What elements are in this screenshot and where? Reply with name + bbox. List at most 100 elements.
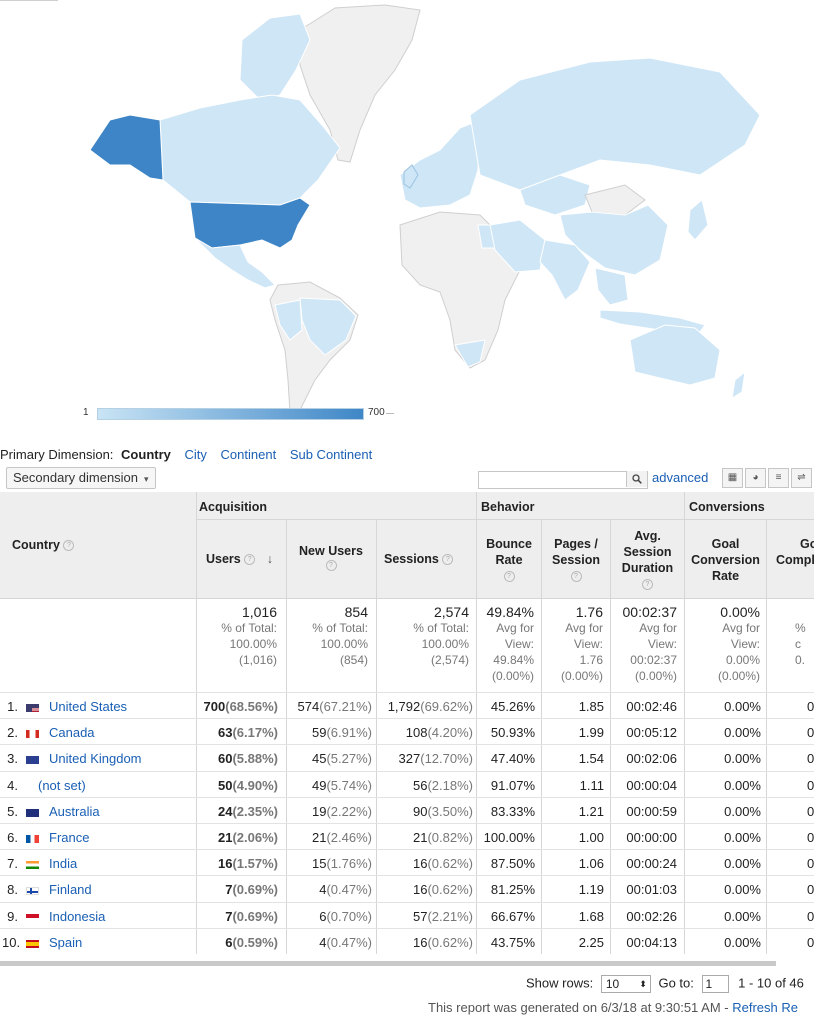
dimension-continent-link[interactable]: Continent — [221, 447, 277, 462]
new-users-percent: (67.21%) — [319, 699, 372, 714]
search-button[interactable] — [626, 471, 647, 487]
table-row: 10. Spain 6(0.59%) 4(0.47%) 16(0.62%) 43.75% 2… — [0, 927, 814, 955]
users-value: 16 — [218, 856, 233, 872]
help-icon[interactable]: ? — [63, 540, 75, 552]
new-users-cell: 19(2.22%) — [312, 804, 372, 819]
col-header-new-users[interactable]: New Users ? — [287, 544, 375, 572]
total-sub: 1.76 — [579, 653, 603, 667]
help-icon[interactable]: ? — [325, 560, 337, 572]
help-icon[interactable]: ? — [244, 554, 256, 566]
group-behavior: Behavior — [481, 500, 535, 514]
new-users-value: 45 — [312, 751, 327, 767]
new-users-percent: (5.27%) — [326, 751, 372, 767]
country-link[interactable]: Spain — [49, 935, 82, 950]
new-users-value: 19 — [312, 803, 327, 819]
dimension-city-link[interactable]: City — [185, 447, 207, 462]
duration-cell: 00:04:13 — [626, 934, 677, 950]
country-link[interactable]: Canada — [49, 725, 95, 740]
goal-conversion-cell: 0.00% — [724, 934, 761, 950]
new-users-percent: (5.74%) — [326, 777, 372, 793]
horizontal-scrollbar[interactable] — [0, 961, 776, 966]
country-link[interactable]: (not set) — [38, 778, 86, 793]
users-cell: 6(0.59%) — [225, 935, 278, 950]
dimension-sub-continent-link[interactable]: Sub Continent — [290, 447, 372, 462]
help-icon[interactable]: ? — [503, 571, 515, 583]
bounce-rate-cell: 47.40% — [490, 751, 535, 767]
country-link[interactable]: France — [49, 830, 89, 845]
row-index: 7. — [7, 856, 18, 872]
new-users-value: 59 — [312, 725, 327, 741]
bounce-rate-cell: 100.00% — [483, 830, 535, 845]
help-icon[interactable]: ? — [442, 554, 454, 566]
help-icon[interactable]: ? — [570, 571, 582, 583]
col-header-avg-duration[interactable]: Avg. Session Duration ? — [611, 528, 684, 592]
new-users-cell: 6(0.70%) — [319, 909, 372, 924]
new-users-percent: (0.47%) — [326, 934, 372, 950]
total-sessions-value: 2,574 — [433, 604, 469, 620]
sessions-cell: 16(0.62%) — [413, 935, 473, 950]
col-header-goal-conversion-rate[interactable]: Goal Conversion Rate — [685, 536, 766, 584]
table-search-input[interactable] — [478, 471, 648, 489]
sessions-value: 90 — [413, 803, 428, 819]
col-header-goal-completions[interactable]: Go Compl — [776, 536, 814, 568]
country-link[interactable]: India — [49, 856, 77, 871]
new-users-value: 574 — [297, 699, 320, 714]
new-users-percent: (6.91%) — [326, 725, 372, 741]
total-users: 1,016 % of Total: 100.00% (1,016) — [221, 604, 277, 668]
map-region-alaska — [89, 114, 164, 181]
duration-cell: 00:00:59 — [626, 803, 677, 819]
users-value: 63 — [218, 725, 233, 741]
goal-conversion-cell: 0.00% — [724, 882, 761, 898]
country-link[interactable]: Australia — [49, 804, 100, 819]
show-rows-select[interactable]: 10 ⬍ — [600, 975, 651, 993]
pie-view-icon[interactable]: ◕ — [745, 468, 766, 488]
col-header-sessions[interactable]: Sessions ? — [384, 552, 454, 566]
users-percent: (0.69%) — [232, 882, 278, 898]
row-index: 10. — [2, 934, 21, 950]
users-cell: 63(6.17%) — [218, 725, 278, 740]
table-row: 7. India 16(1.57%) 15(1.76%) 16(0.62%) 87.50%… — [0, 849, 814, 876]
col-header-pages-session[interactable]: Pages / Session ? — [542, 536, 610, 584]
search-icon — [632, 474, 642, 484]
show-rows-label: Show rows: — [526, 975, 594, 991]
col-new-users-label: New Users — [299, 544, 363, 558]
sessions-cell: 108(4.20%) — [406, 725, 473, 740]
world-map[interactable] — [0, 0, 814, 440]
col-header-bounce-rate[interactable]: Bounce Rate ? — [477, 536, 541, 584]
users-cell: 50(4.90%) — [218, 778, 278, 793]
table-view-icon[interactable]: ▦ — [722, 468, 743, 488]
country-link[interactable]: Finland — [49, 882, 92, 897]
goto-input[interactable]: 1 — [701, 975, 729, 993]
total-duration-value: 00:02:37 — [622, 604, 678, 620]
comparison-view-icon[interactable]: ⇌ — [791, 468, 812, 488]
total-bounce: 49.84% Avg for View: 49.84% (0.00%) — [487, 604, 534, 684]
performance-view-icon[interactable]: ≡ — [768, 468, 789, 488]
total-sub: 100.00% — [421, 637, 469, 651]
goal-conversion-cell: 0.00% — [724, 699, 761, 714]
country-link[interactable]: Indonesia — [49, 909, 105, 924]
total-duration: 00:02:37 Avg for View: 00:02:37 (0.00%) — [623, 604, 678, 684]
col-header-users[interactable]: Users ? ↓ — [206, 552, 273, 566]
advanced-filter-link[interactable]: advanced — [652, 470, 708, 485]
refresh-report-link[interactable]: Refresh Re — [732, 1000, 798, 1015]
col-users-label: Users — [206, 552, 241, 566]
page-range: 1 - 10 of 46 — [738, 975, 804, 991]
col-bounce-label-2: Rate — [495, 553, 523, 567]
pages-session-cell: 2.25 — [578, 934, 604, 950]
col-header-country[interactable]: Country ? — [12, 538, 75, 552]
secondary-dimension-dropdown[interactable]: Secondary dimension ▾ — [6, 467, 156, 489]
goal-completions-cell: 0 — [807, 830, 814, 845]
country-link[interactable]: United States — [49, 699, 127, 714]
help-icon[interactable]: ? — [642, 579, 653, 591]
total-sub: % c — [795, 621, 806, 651]
row-index: 1. — [7, 699, 18, 714]
sessions-value: 1,792 — [387, 699, 421, 714]
new-users-percent: (0.70%) — [326, 908, 372, 924]
sessions-cell: 56(2.18%) — [413, 778, 473, 793]
sessions-cell: 16(0.62%) — [413, 856, 473, 871]
pages-session-cell: 1.00 — [578, 830, 604, 845]
map-region-mexico — [194, 237, 276, 289]
total-new-users-value: 854 — [344, 604, 368, 620]
map-region-peru — [274, 299, 303, 341]
country-link[interactable]: United Kingdom — [49, 751, 142, 766]
